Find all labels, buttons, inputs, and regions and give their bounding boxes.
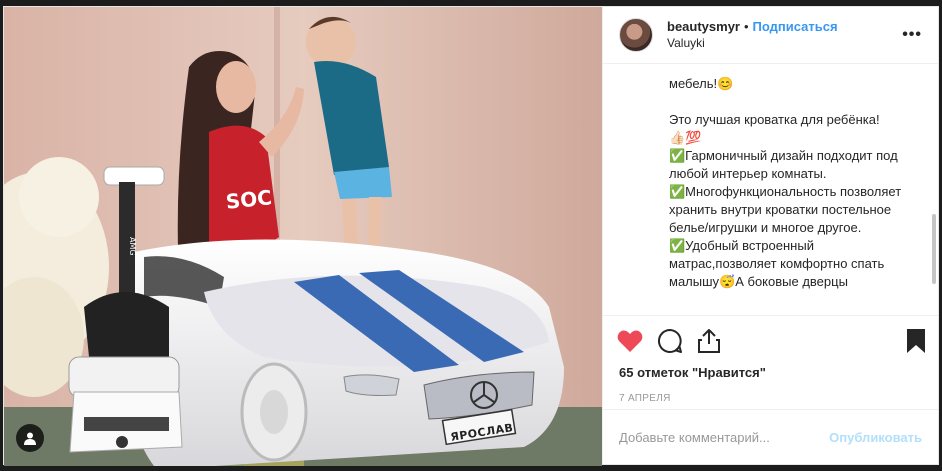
caption-scrollbar[interactable] [932,214,936,284]
bookmark-icon[interactable] [906,328,926,354]
follow-button[interactable]: Подписаться [753,19,838,34]
svg-text:SOC: SOC [225,185,273,214]
caption-line: ✅Многофункциональность позволяет хранить… [669,184,902,235]
caption-line: 👍🏻💯 [669,130,702,145]
avatar[interactable] [619,18,653,52]
caption-line: Это лучшая кроватка для ребёнка! [669,112,880,127]
post-photo[interactable]: SOC AMG ЯРОСЛАВ [4,7,602,466]
comment-form: Добавьте комментарий... Опубликовать [603,409,938,464]
separator-dot: • [743,19,749,34]
comment-input[interactable]: Добавьте комментарий... [619,430,829,445]
post-header: beautysmyr • Подписаться Valuyki ••• [603,7,938,64]
caption-line: ✅Удобный встроенный матрас,позволяет ком… [669,238,885,289]
header-text: beautysmyr • Подписаться Valuyki [667,18,838,52]
caption-line: мебель!😊 [669,76,734,91]
caption-area: мебель!😊 Это лучшая кроватка для ребёнка… [603,64,938,315]
location-link[interactable]: Valuyki [667,35,838,52]
action-bar [603,315,938,361]
comment-icon[interactable] [657,328,683,354]
photo-illustration: SOC AMG [4,7,602,466]
user-tag-icon [24,432,36,445]
username-link[interactable]: beautysmyr [667,19,740,34]
heart-icon[interactable] [617,329,643,353]
post-sidebar: beautysmyr • Подписаться Valuyki ••• мебел… [602,7,938,464]
caption-line: ✅Гармоничный дизайн подходит под любой и… [669,148,898,181]
more-options-button[interactable]: ••• [902,27,922,43]
likes-count[interactable]: 65 отметок "Нравится" [603,361,938,380]
user-tag-button[interactable] [16,424,44,452]
caption-line [669,93,922,111]
post-dialog: SOC AMG ЯРОСЛАВ beautysmyr • Подписаться… [3,6,939,466]
share-icon[interactable] [697,328,721,354]
publish-button[interactable]: Опубликовать [829,430,922,445]
post-date[interactable]: 7 апреля [603,380,938,404]
svg-text:AMG: AMG [128,237,137,256]
